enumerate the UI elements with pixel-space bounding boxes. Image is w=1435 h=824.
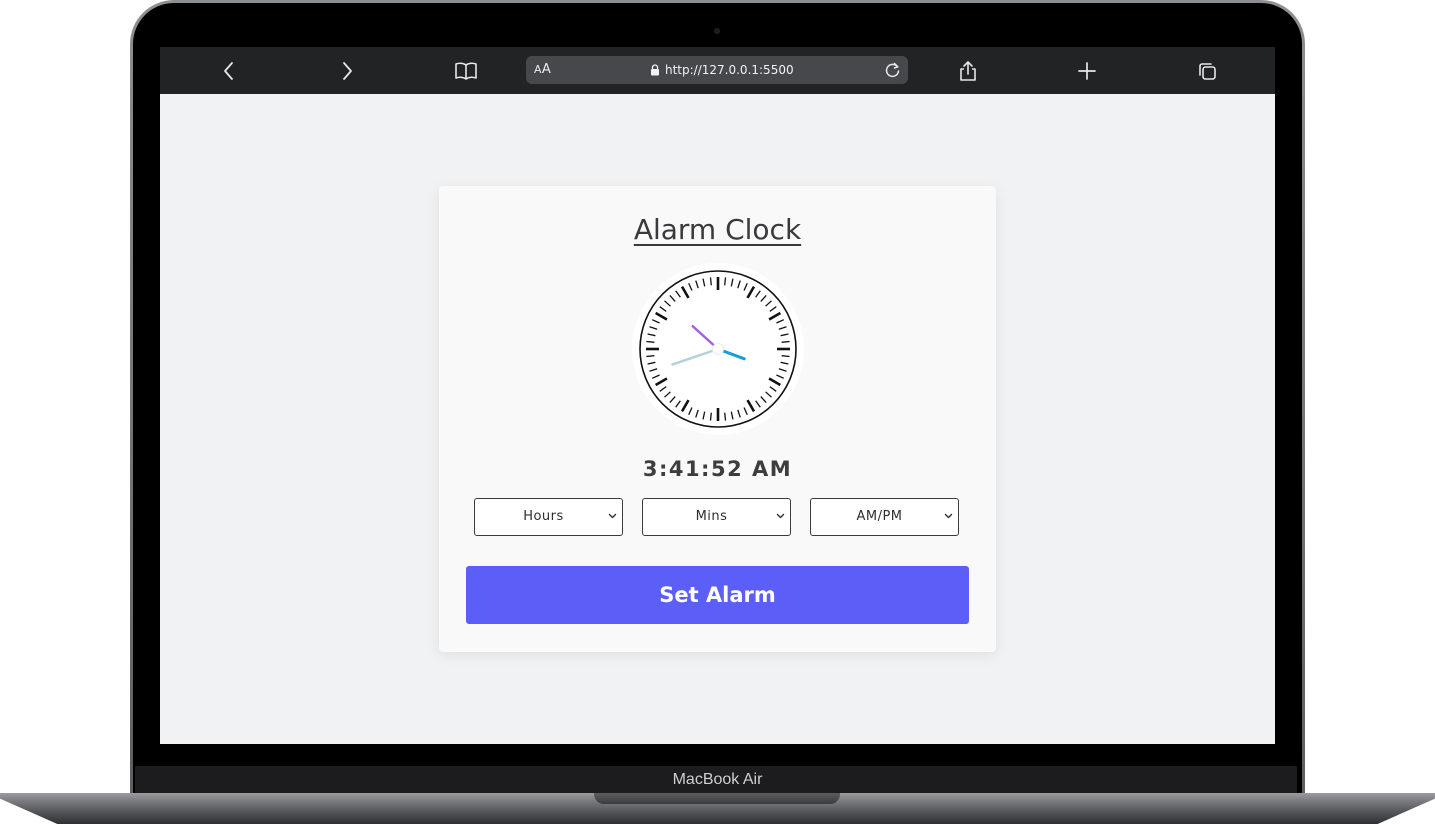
- clock-center-pin: [712, 343, 724, 355]
- clock-tick: [781, 355, 790, 358]
- clock-face: [632, 263, 804, 435]
- reload-button[interactable]: [884, 61, 902, 84]
- share-button[interactable]: [952, 55, 984, 87]
- alarm-card: Alarm Clock 3:41:52 AM Hours Mins AM/PM …: [439, 186, 996, 652]
- mins-select-value: Mins: [695, 509, 728, 524]
- hours-select[interactable]: Hours: [474, 498, 623, 536]
- chevron-down-icon: [944, 513, 953, 519]
- reload-icon: [885, 62, 900, 78]
- forward-button[interactable]: [331, 55, 363, 87]
- book-icon: [455, 62, 477, 80]
- address-bar[interactable]: AA http://127.0.0.1:5500: [526, 56, 908, 84]
- set-alarm-button[interactable]: Set Alarm: [466, 566, 969, 624]
- digital-time: 3:41:52 AM: [642, 457, 793, 481]
- clock-tick: [709, 412, 712, 421]
- chevron-down-icon: [776, 513, 785, 519]
- bookmarks-button[interactable]: [450, 55, 482, 87]
- browser-screen: AA http://127.0.0.1:5500 Alarm Clock 3:4…: [160, 47, 1275, 744]
- analog-clock: [632, 263, 804, 435]
- chevron-left-icon: [224, 62, 233, 80]
- mins-select[interactable]: Mins: [642, 498, 791, 536]
- share-icon: [960, 61, 976, 81]
- ampm-select[interactable]: AM/PM: [810, 498, 959, 536]
- ampm-select-value: AM/PM: [856, 509, 903, 524]
- clock-tick: [724, 412, 727, 421]
- lock-icon: [651, 64, 659, 76]
- url-display: http://127.0.0.1:5500: [650, 62, 794, 78]
- tabs-icon: [1199, 63, 1216, 80]
- reader-mode-button[interactable]: AA: [534, 62, 551, 78]
- camera-icon: [714, 28, 720, 34]
- url-text: http://127.0.0.1:5500: [665, 63, 794, 77]
- device-label: MacBook Air: [672, 771, 763, 788]
- browser-toolbar: AA http://127.0.0.1:5500: [160, 47, 1275, 94]
- new-tab-button[interactable]: [1071, 55, 1103, 87]
- page-title: Alarm Clock: [633, 213, 802, 246]
- laptop-notch: [594, 793, 840, 804]
- tabs-button[interactable]: [1191, 55, 1223, 87]
- clock-tick: [781, 340, 790, 343]
- chevron-down-icon: [608, 513, 617, 519]
- device-mockup: AA http://127.0.0.1:5500 Alarm Clock 3:4…: [0, 0, 1435, 824]
- clock-tick: [646, 340, 655, 343]
- clock-tick: [646, 355, 655, 358]
- chevron-right-icon: [343, 62, 352, 80]
- back-button[interactable]: [213, 55, 245, 87]
- clock-tick: [724, 277, 727, 286]
- plus-icon: [1078, 62, 1096, 80]
- clock-tick: [709, 277, 712, 286]
- hours-select-value: Hours: [523, 509, 564, 524]
